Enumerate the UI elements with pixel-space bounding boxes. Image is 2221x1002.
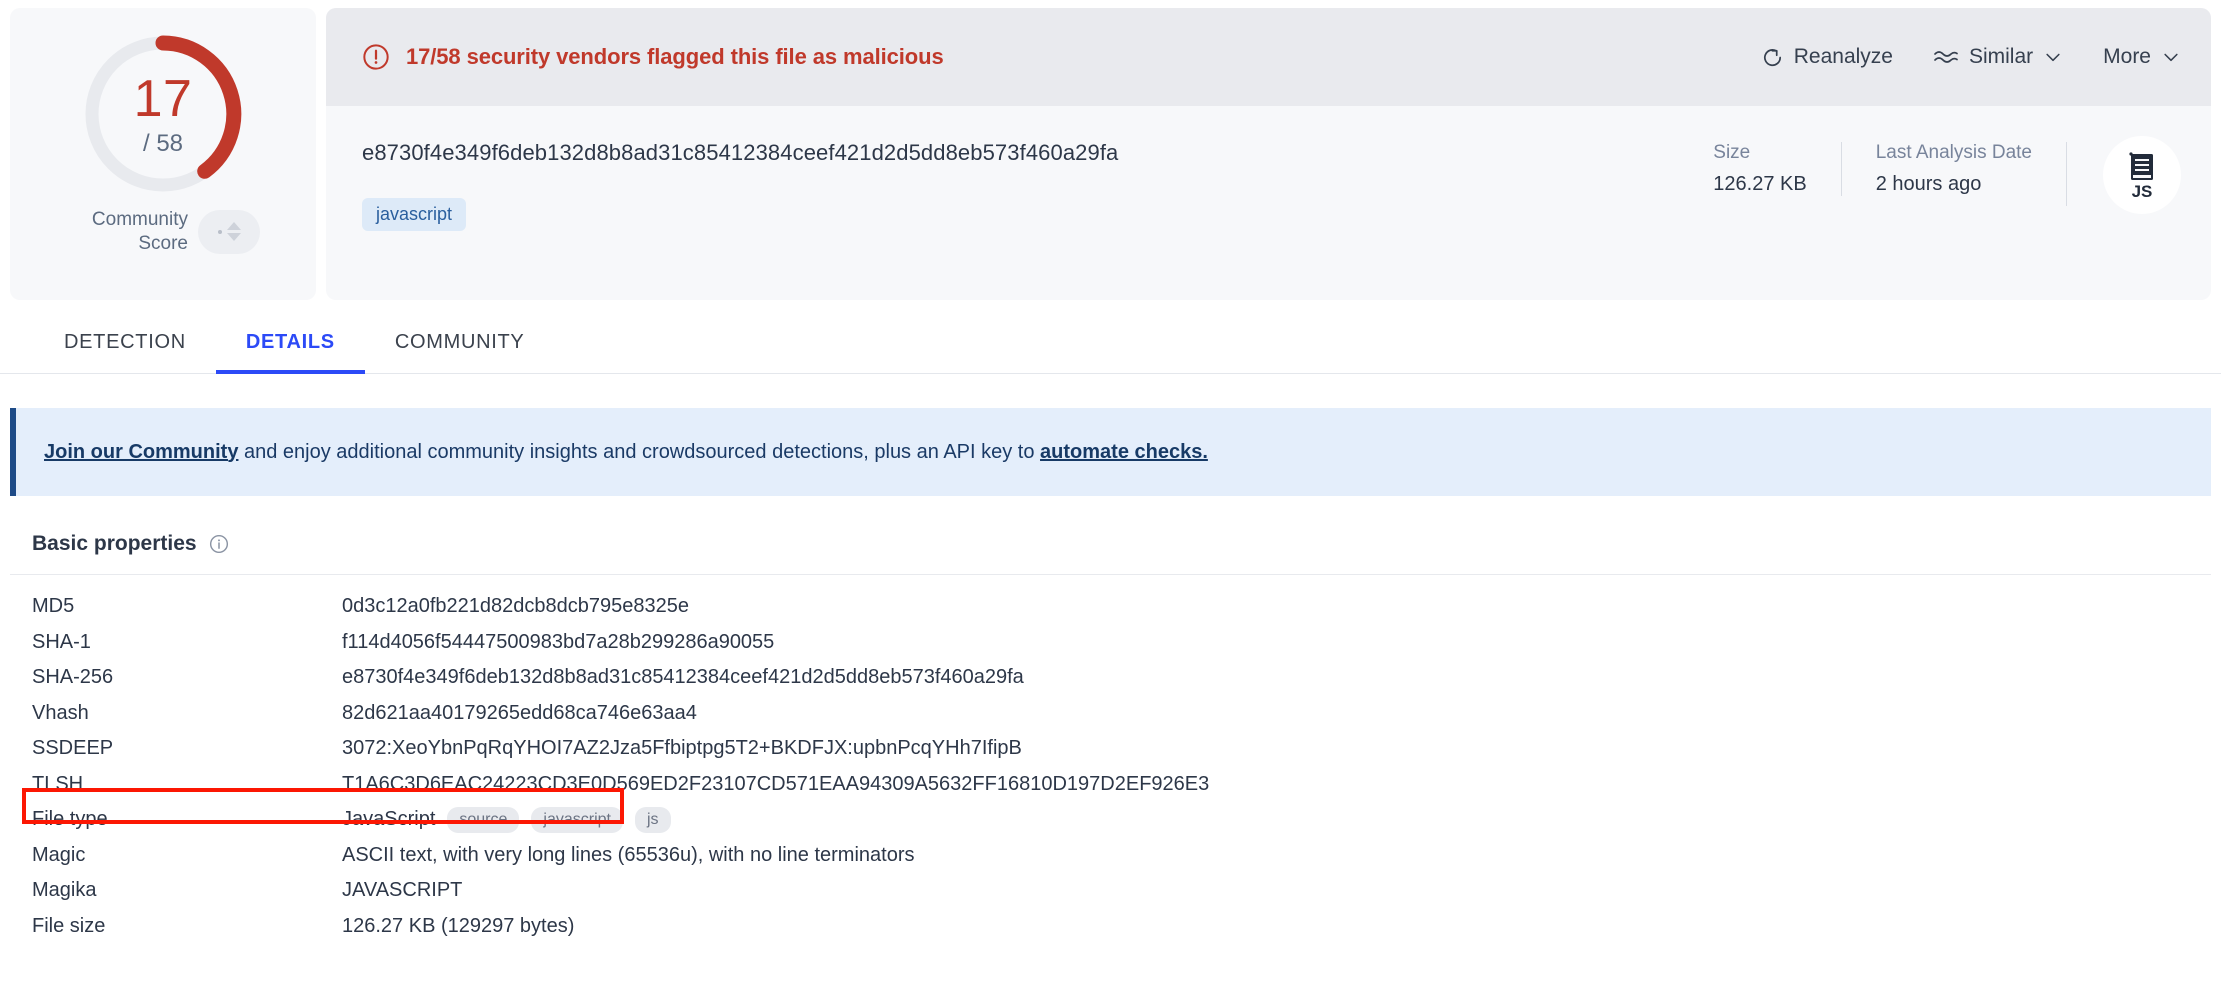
table-row: File type JavaScript source javascript j…: [10, 802, 2211, 838]
property-key: MD5: [32, 595, 342, 618]
property-value: JavaScript source javascript js: [342, 807, 671, 833]
file-card-body: e8730f4e349f6deb132d8b8ad31c85412384ceef…: [326, 106, 2211, 300]
vote-dot-icon: [218, 230, 222, 234]
file-summary-card: 17/58 security vendors flagged this file…: [326, 8, 2211, 300]
chevron-down-icon: [2161, 47, 2181, 67]
table-row: MD5 0d3c12a0fb221d82dcb8dcb795e8325e: [10, 589, 2211, 625]
more-label: More: [2103, 45, 2151, 69]
community-score-label: Community Score: [66, 208, 188, 256]
tab-details[interactable]: DETAILS: [216, 331, 365, 374]
vote-down-icon[interactable]: [227, 233, 241, 241]
file-size-label: Size: [1713, 142, 1806, 164]
similar-waves-icon: [1933, 47, 1959, 67]
file-size-value: 126.27 KB: [1713, 173, 1806, 196]
property-key: SSDEEP: [32, 737, 342, 760]
more-button[interactable]: More: [2103, 45, 2181, 69]
property-key: SHA-1: [32, 631, 342, 654]
property-value: T1A6C3D6EAC24223CD3E0D569ED2F23107CD571E…: [342, 773, 1209, 796]
community-score-row: Community Score: [66, 208, 260, 256]
donut-center-text: 17 / 58: [75, 26, 251, 202]
filetype-badge: JS: [2103, 136, 2181, 214]
file-tag[interactable]: javascript: [362, 198, 466, 231]
property-key: File type: [32, 808, 342, 831]
file-alert-header: 17/58 security vendors flagged this file…: [326, 8, 2211, 106]
detail-tabs: DETECTION DETAILS COMMUNITY: [0, 308, 2221, 374]
property-key: TLSH: [32, 773, 342, 796]
property-key: File size: [32, 915, 342, 938]
reanalyze-button[interactable]: Reanalyze: [1761, 45, 1893, 69]
table-row: SHA-1 f114d4056f54447500983bd7a28b299286…: [10, 625, 2211, 661]
community-banner-middle: and enjoy additional community insights …: [238, 441, 1040, 463]
vote-up-icon[interactable]: [227, 222, 241, 230]
table-row: SHA-256 e8730f4e349f6deb132d8b8ad31c8541…: [10, 660, 2211, 696]
community-score-label-line1: Community: [92, 209, 188, 230]
file-type-tag[interactable]: js: [635, 807, 671, 833]
basic-properties-section: Basic properties MD5 0d3c12a0fb221d82dcb…: [0, 532, 2221, 944]
vote-updown-icon[interactable]: [227, 222, 241, 241]
basic-properties-header: Basic properties: [10, 532, 2211, 575]
file-type-text: JavaScript: [342, 808, 435, 831]
property-key: Vhash: [32, 702, 342, 725]
file-type-tag[interactable]: source: [447, 807, 519, 833]
file-sha256-heading: e8730f4e349f6deb132d8b8ad31c85412384ceef…: [362, 140, 1683, 166]
file-meta-group: Size 126.27 KB Last Analysis Date 2 hour…: [1683, 142, 2067, 206]
tab-detection[interactable]: DETECTION: [34, 331, 216, 374]
automate-checks-link[interactable]: automate checks.: [1040, 441, 1208, 463]
file-tag-list: javascript: [362, 198, 1683, 231]
community-banner: Join our Community and enjoy additional …: [10, 408, 2211, 496]
file-identity: e8730f4e349f6deb132d8b8ad31c85412384ceef…: [362, 140, 1683, 231]
file-header-actions: Reanalyze Similar More: [1761, 45, 2181, 69]
property-value: JAVASCRIPT: [342, 879, 462, 902]
reanalyze-label: Reanalyze: [1794, 45, 1893, 69]
property-value: f114d4056f54447500983bd7a28b299286a90055: [342, 631, 774, 654]
similar-label: Similar: [1969, 45, 2033, 69]
last-analysis-cell: Last Analysis Date 2 hours ago: [1841, 142, 2066, 196]
detection-total: / 58: [143, 132, 183, 156]
basic-properties-rows: MD5 0d3c12a0fb221d82dcb8dcb795e8325e SHA…: [10, 575, 2211, 944]
info-circle-icon[interactable]: [209, 534, 229, 554]
table-row: File size 126.27 KB (129297 bytes): [10, 909, 2211, 945]
malicious-alert: 17/58 security vendors flagged this file…: [362, 43, 1761, 71]
similar-button[interactable]: Similar: [1933, 45, 2063, 69]
property-value: 0d3c12a0fb221d82dcb8dcb795e8325e: [342, 595, 689, 618]
last-analysis-label: Last Analysis Date: [1876, 142, 2032, 164]
join-community-link[interactable]: Join our Community: [44, 441, 238, 463]
meta-divider: [2066, 142, 2067, 206]
detection-donut: 17 / 58: [75, 26, 251, 202]
detection-count: 17: [134, 73, 193, 125]
basic-properties-title: Basic properties: [32, 532, 197, 556]
property-value: 82d621aa40179265edd68ca746e63aa4: [342, 702, 697, 725]
top-section: 17 / 58 Community Score: [0, 0, 2221, 308]
table-row: Magic ASCII text, with very long lines (…: [10, 838, 2211, 874]
svg-text:JS: JS: [2132, 182, 2153, 201]
table-row: SSDEEP 3072:XeoYbnPqRqYHOI7AZ2Jza5Ffbipt…: [10, 731, 2211, 767]
community-score-card: 17 / 58 Community Score: [10, 8, 316, 300]
js-file-icon: JS: [2118, 149, 2166, 201]
chevron-down-icon: [2043, 47, 2063, 67]
file-type-tag[interactable]: javascript: [531, 807, 623, 833]
alert-circle-icon: [362, 43, 390, 71]
property-value: ASCII text, with very long lines (65536u…: [342, 844, 914, 867]
tab-community[interactable]: COMMUNITY: [365, 331, 555, 374]
refresh-icon: [1761, 46, 1784, 69]
community-score-label-line2: Score: [138, 233, 188, 254]
file-size-cell: Size 126.27 KB: [1683, 142, 1840, 196]
property-key: SHA-256: [32, 666, 342, 689]
property-key: Magika: [32, 879, 342, 902]
property-value: e8730f4e349f6deb132d8b8ad31c85412384ceef…: [342, 666, 1024, 689]
table-row: TLSH T1A6C3D6EAC24223CD3E0D569ED2F23107C…: [10, 767, 2211, 803]
malicious-alert-text: 17/58 security vendors flagged this file…: [406, 44, 944, 70]
table-row: Magika JAVASCRIPT: [10, 873, 2211, 909]
last-analysis-value: 2 hours ago: [1876, 173, 2032, 196]
property-value: 3072:XeoYbnPqRqYHOI7AZ2Jza5Ffbiptpg5T2+B…: [342, 737, 1022, 760]
vote-button[interactable]: [198, 210, 260, 254]
table-row: Vhash 82d621aa40179265edd68ca746e63aa4: [10, 696, 2211, 732]
community-banner-text: Join our Community and enjoy additional …: [44, 441, 1208, 464]
property-key: Magic: [32, 844, 342, 867]
property-value: 126.27 KB (129297 bytes): [342, 915, 574, 938]
